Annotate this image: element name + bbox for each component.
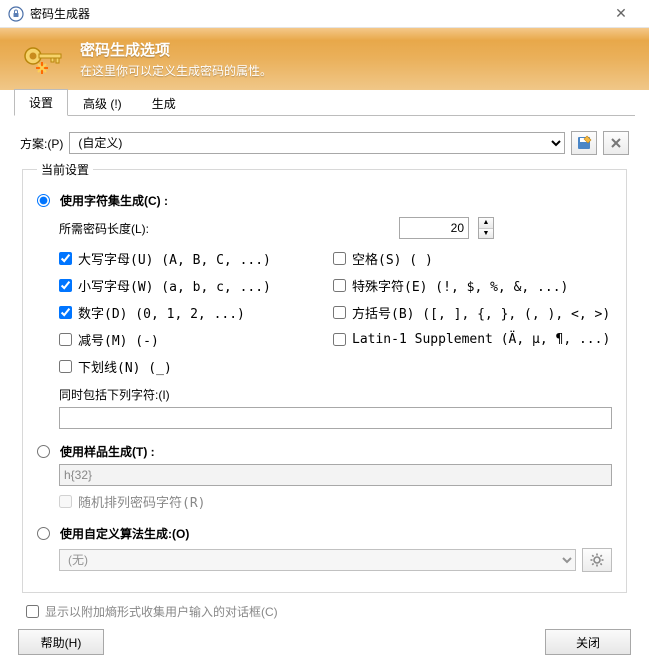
length-label: 所需密码长度(L): xyxy=(59,220,149,237)
banner-title: 密码生成选项 xyxy=(80,39,272,60)
current-settings-group: 当前设置 使用字符集生成(C) : 所需密码长度(L): ▲ ▼ 大写字母(U)… xyxy=(22,161,627,593)
tab-advanced[interactable]: 高级 (!) xyxy=(68,90,137,116)
banner-subtitle: 在这里你可以定义生成密码的属性。 xyxy=(80,62,272,79)
mode-custom-label: 使用自定义算法生成:(O) xyxy=(60,525,189,542)
scheme-select[interactable]: (自定义) xyxy=(69,132,565,154)
tab-content: 方案:(P) (自定义) 当前设置 使用字符集生成(C) : xyxy=(0,117,649,628)
spinner-up-icon[interactable]: ▲ xyxy=(479,218,493,229)
delete-scheme-button[interactable] xyxy=(603,131,629,155)
tab-generate[interactable]: 生成 xyxy=(137,90,191,116)
current-settings-legend: 当前设置 xyxy=(37,161,93,178)
custom-algo-select: (无) xyxy=(59,549,576,571)
chk-shuffle: 随机排列密码字符(R) xyxy=(59,492,612,511)
footer: 帮助(H) 关闭 xyxy=(0,629,649,655)
mode-custom-radio[interactable]: 使用自定义算法生成:(O) xyxy=(37,525,612,542)
close-icon[interactable]: ✕ xyxy=(601,5,641,22)
include-input[interactable] xyxy=(59,407,612,429)
mode-charset-input[interactable] xyxy=(37,194,50,207)
banner: 密码生成选项 在这里你可以定义生成密码的属性。 xyxy=(0,28,649,90)
chk-lowercase[interactable]: 小写字母(W) (a, b, c, ...) xyxy=(59,276,329,295)
chk-uppercase[interactable]: 大写字母(U) (A, B, C, ...) xyxy=(59,249,329,268)
length-input[interactable] xyxy=(399,217,469,239)
save-scheme-button[interactable] xyxy=(571,131,597,155)
length-spinner[interactable]: ▲ ▼ xyxy=(478,217,494,239)
close-button[interactable]: 关闭 xyxy=(545,629,631,655)
gear-icon xyxy=(589,552,605,568)
spinner-down-icon[interactable]: ▼ xyxy=(479,229,493,239)
mode-charset-radio[interactable]: 使用字符集生成(C) : xyxy=(37,192,612,209)
banner-text: 密码生成选项 在这里你可以定义生成密码的属性。 xyxy=(80,39,272,79)
help-button[interactable]: 帮助(H) xyxy=(18,629,104,655)
chk-underscore[interactable]: 下划线(N) (_) xyxy=(59,357,329,376)
pattern-input xyxy=(59,464,612,486)
chk-entropy-dialog[interactable]: 显示以附加熵形式收集用户输入的对话框(C) xyxy=(26,603,629,620)
mode-charset-label: 使用字符集生成(C) : xyxy=(60,192,168,209)
tab-settings[interactable]: 设置 xyxy=(14,89,68,116)
mode-pattern-label: 使用样品生成(T) : xyxy=(60,443,155,460)
chk-minus[interactable]: 减号(M) (-) xyxy=(59,330,329,349)
chk-digits[interactable]: 数字(D) (0, 1, 2, ...) xyxy=(59,303,329,322)
chk-latin1[interactable]: Latin-1 Supplement (Ä, µ, ¶, ...) xyxy=(333,330,612,349)
tab-strip: 设置 高级 (!) 生成 xyxy=(0,90,649,116)
mode-pattern-radio[interactable]: 使用样品生成(T) : xyxy=(37,443,612,460)
chk-space[interactable]: 空格(S) ( ) xyxy=(333,249,612,268)
chk-brackets[interactable]: 方括号(B) ([, ], {, }, (, ), <, >) xyxy=(333,303,612,322)
key-icon xyxy=(18,34,68,84)
mode-pattern-input[interactable] xyxy=(37,445,50,458)
chk-special[interactable]: 特殊字符(E) (!, $, %, &, ...) xyxy=(333,276,612,295)
window-title: 密码生成器 xyxy=(30,5,601,22)
scheme-label: 方案:(P) xyxy=(20,135,63,152)
custom-algo-settings-button[interactable] xyxy=(582,548,612,572)
title-bar: 密码生成器 ✕ xyxy=(0,0,649,28)
include-label: 同时包括下列字符:(I) xyxy=(59,386,612,403)
mode-custom-input[interactable] xyxy=(37,527,50,540)
app-icon xyxy=(8,6,24,22)
